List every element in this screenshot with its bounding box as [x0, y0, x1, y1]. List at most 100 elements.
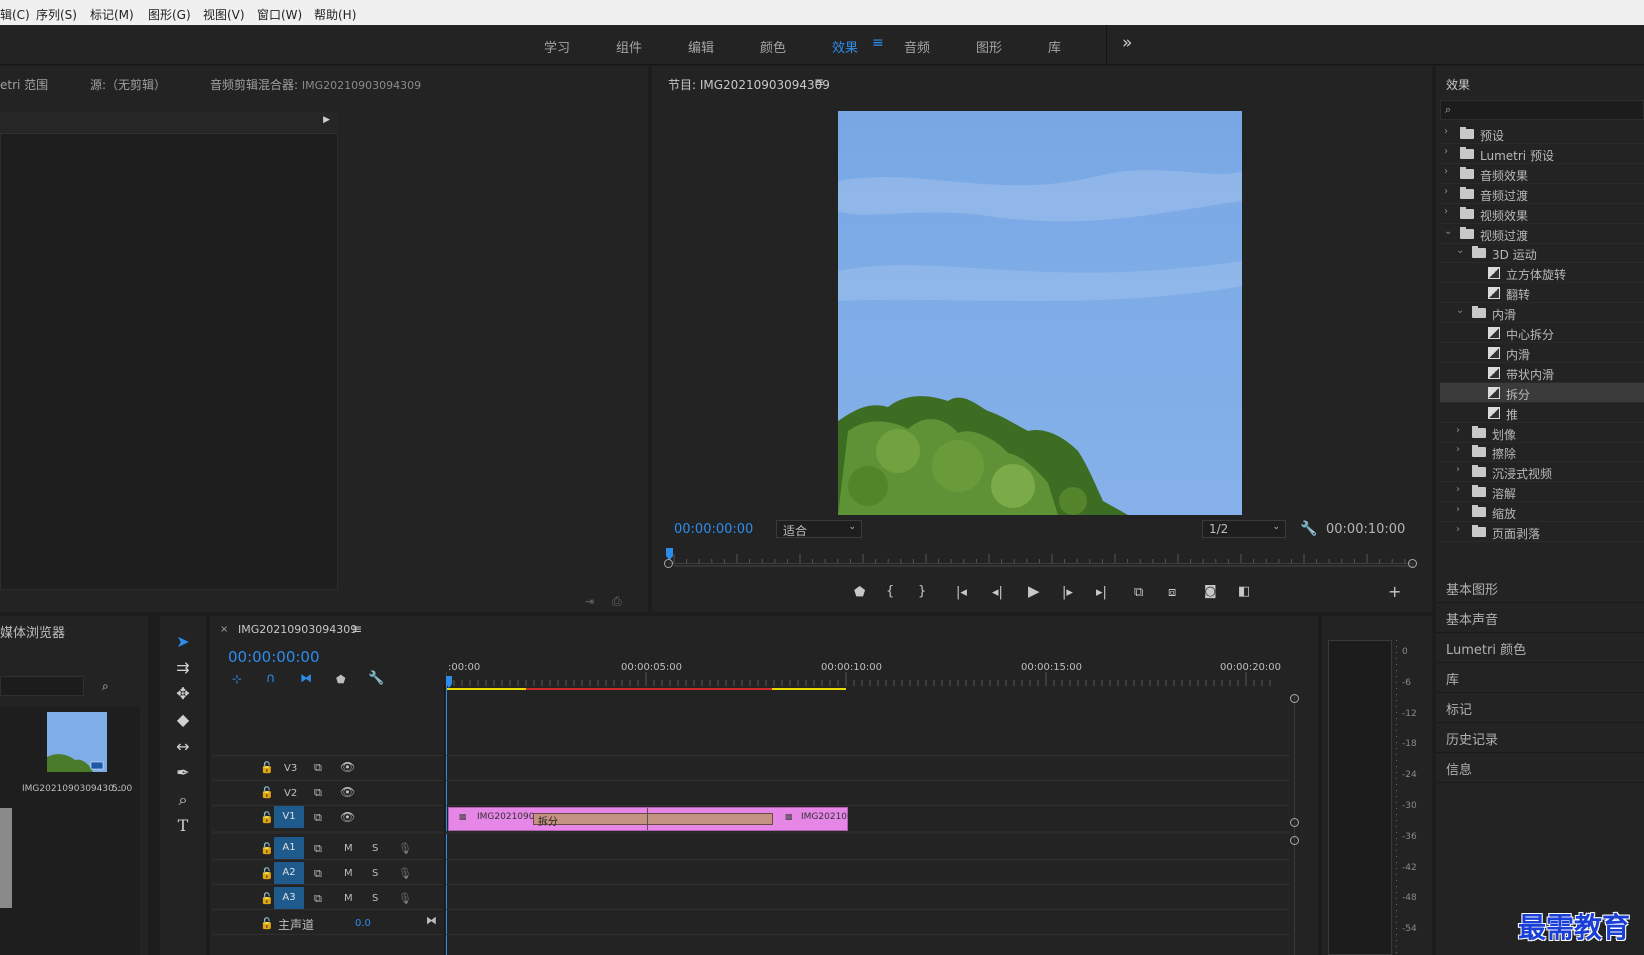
- side-panel-tab[interactable]: Lumetri 颜色: [1436, 633, 1644, 663]
- tab-source[interactable]: 源:（无剪辑）: [90, 76, 166, 93]
- chevron-right-icon[interactable]: ›: [1456, 484, 1460, 495]
- sync-v2-icon[interactable]: ⧉: [314, 786, 322, 800]
- mark-in-icon[interactable]: {: [886, 585, 894, 598]
- chevron-right-icon[interactable]: ›: [1444, 206, 1448, 217]
- eye-v3-icon[interactable]: 👁: [340, 760, 355, 774]
- menu-edit[interactable]: 辑(C): [0, 6, 30, 23]
- lock-v3-icon[interactable]: 🔓: [260, 761, 274, 774]
- effects-tree-item[interactable]: › 擦除: [1440, 442, 1644, 462]
- effects-tree-item[interactable]: › 划像: [1440, 423, 1644, 443]
- program-current-timecode[interactable]: 00:00:00:00: [674, 522, 753, 537]
- menu-window[interactable]: 窗口(W): [257, 6, 302, 23]
- close-sequence-icon[interactable]: ×: [220, 624, 228, 635]
- track-target-v1[interactable]: V1: [274, 806, 304, 828]
- solo-a1-button[interactable]: S: [372, 843, 378, 854]
- workspace-audio[interactable]: 音频: [904, 37, 930, 56]
- chevron-right-icon[interactable]: ›: [1444, 146, 1448, 157]
- lift-icon[interactable]: ⧉: [1134, 586, 1143, 599]
- sync-v1-icon[interactable]: ⧉: [314, 811, 322, 825]
- mic-a2-icon[interactable]: 🎙: [398, 867, 412, 880]
- lock-a3-icon[interactable]: 🔓: [260, 892, 274, 905]
- side-panel-tab[interactable]: 基本图形: [1436, 573, 1644, 603]
- effects-tree-item[interactable]: 带状内滑: [1440, 363, 1644, 383]
- effects-tree-item[interactable]: › 溶解: [1440, 482, 1644, 502]
- more-workspaces-icon[interactable]: »: [1122, 33, 1132, 53]
- program-menu-icon[interactable]: ≡: [814, 75, 824, 89]
- eye-v1-icon[interactable]: 👁: [340, 810, 355, 824]
- play-triangle-icon[interactable]: ▶: [323, 115, 330, 125]
- step-forward-icon[interactable]: |▸: [1062, 586, 1073, 599]
- media-search-input[interactable]: [0, 676, 84, 696]
- mic-a1-icon[interactable]: 🎙: [398, 842, 412, 855]
- workspace-effects[interactable]: 效果: [832, 37, 858, 56]
- ripple-edit-tool-icon[interactable]: ✥: [172, 684, 194, 703]
- side-panel-tab[interactable]: 标记: [1436, 693, 1644, 723]
- step-back-icon[interactable]: ◂|: [992, 586, 1003, 599]
- track-target-a3[interactable]: A3: [274, 887, 304, 909]
- effects-tree-item[interactable]: › 页面剥落: [1440, 522, 1644, 542]
- go-to-out-icon[interactable]: ▸|: [1096, 586, 1107, 599]
- zoom-scrollbar[interactable]: [668, 563, 1414, 564]
- selection-tool-icon[interactable]: ➤: [172, 632, 194, 651]
- linked-selection-icon[interactable]: ⧓: [300, 671, 312, 685]
- effects-tree-item[interactable]: 翻转: [1440, 283, 1644, 303]
- effects-tree-item[interactable]: 推: [1440, 403, 1644, 423]
- workspace-assembly[interactable]: 组件: [616, 37, 642, 56]
- menu-help[interactable]: 帮助(H): [314, 6, 356, 23]
- side-panel-tab[interactable]: 库: [1436, 663, 1644, 693]
- media-scroll-thumb[interactable]: [0, 808, 12, 908]
- add-button-icon[interactable]: +: [1388, 584, 1401, 600]
- clip-edit-point[interactable]: [647, 808, 648, 830]
- zoom-tool-icon[interactable]: ⌕: [172, 790, 194, 810]
- track-select-tool-icon[interactable]: ⇉: [172, 658, 194, 677]
- chevron-right-icon[interactable]: ›: [1444, 186, 1448, 197]
- export-frame-icon[interactable]: ⎙: [612, 595, 622, 607]
- sequence-menu-icon[interactable]: ≡: [352, 622, 362, 636]
- timeline-settings-wrench-icon[interactable]: 🔧: [368, 671, 384, 686]
- master-fold-icon[interactable]: ⧓: [426, 914, 437, 927]
- quality-dropdown[interactable]: 1/2 ⌄: [1202, 520, 1286, 538]
- type-tool-icon[interactable]: T: [172, 816, 194, 835]
- media-thumbnail[interactable]: [47, 712, 107, 772]
- mute-a3-button[interactable]: M: [344, 893, 353, 904]
- menu-graphics[interactable]: 图形(G): [148, 6, 191, 23]
- chevron-right-icon[interactable]: ›: [1456, 504, 1460, 515]
- lock-master-icon[interactable]: 🔓: [260, 917, 274, 930]
- mute-a1-button[interactable]: M: [344, 843, 353, 854]
- lock-v2-icon[interactable]: 🔓: [260, 786, 274, 799]
- solo-a2-button[interactable]: S: [372, 868, 378, 879]
- timeline-timecode[interactable]: 00:00:00:00: [228, 648, 320, 666]
- vscroll-handle-top[interactable]: [1290, 694, 1299, 703]
- side-panel-tab[interactable]: 基本声音: [1436, 603, 1644, 633]
- chevron-right-icon[interactable]: ›: [1456, 524, 1460, 535]
- menu-marker[interactable]: 标记(M): [90, 6, 134, 23]
- effects-title[interactable]: 效果: [1446, 76, 1470, 93]
- effects-tree-item[interactable]: 拆分: [1440, 383, 1644, 403]
- insert-icon[interactable]: ⇥: [585, 596, 594, 607]
- side-panel-tab[interactable]: 历史记录: [1436, 723, 1644, 753]
- track-label-v2[interactable]: V2: [284, 788, 297, 799]
- menu-sequence[interactable]: 序列(S): [36, 6, 77, 23]
- tab-audio-clip-mixer[interactable]: 音频剪辑混合器: IMG20210903094309: [210, 76, 421, 93]
- add-marker-icon[interactable]: ⬟: [854, 586, 865, 599]
- playhead[interactable]: [446, 684, 447, 955]
- zoom-handle-left[interactable]: [664, 559, 673, 568]
- chevron-right-icon[interactable]: ›: [1444, 166, 1448, 177]
- chevron-right-icon[interactable]: ›: [1456, 425, 1460, 436]
- slip-tool-icon[interactable]: ↔: [172, 737, 194, 756]
- workspace-menu-icon[interactable]: ≡: [872, 35, 884, 51]
- effects-tree-item[interactable]: 内滑: [1440, 343, 1644, 363]
- pen-tool-icon[interactable]: ✒: [172, 763, 194, 782]
- find-icon[interactable]: ⌕: [102, 679, 109, 694]
- side-panel-tab[interactable]: 信息: [1436, 753, 1644, 783]
- zoom-handle-right[interactable]: [1408, 559, 1417, 568]
- program-title[interactable]: 节目: IMG20210903094309: [668, 76, 830, 93]
- vscroll-handle-video[interactable]: [1290, 818, 1299, 827]
- vscroll-handle-audio[interactable]: [1290, 836, 1299, 845]
- sync-a2-icon[interactable]: ⧉: [314, 867, 322, 881]
- chevron-right-icon[interactable]: ›: [1444, 126, 1448, 137]
- effects-tree-item[interactable]: › 缩放: [1440, 502, 1644, 522]
- track-target-a1[interactable]: A1: [274, 837, 304, 859]
- lock-a1-icon[interactable]: 🔓: [260, 842, 274, 855]
- solo-a3-button[interactable]: S: [372, 893, 378, 904]
